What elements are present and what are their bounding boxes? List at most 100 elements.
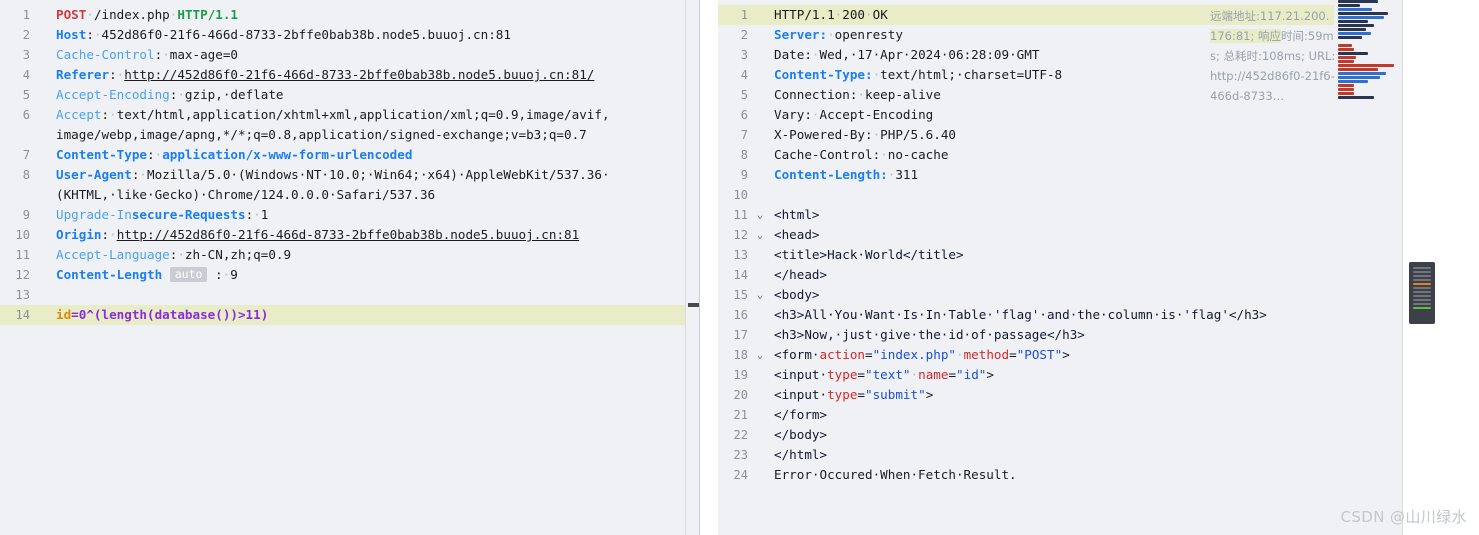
code-token: </form> [774,407,828,422]
code-line[interactable]: 21 </form> [718,405,1440,425]
code-line[interactable]: 11 Accept-Language:·zh-CN,zh;q=0.9 [0,245,699,265]
code-line[interactable]: 5 Accept-Encoding:·gzip,·deflate [0,85,699,105]
code-line[interactable]: 4 Referer:·http://452d86f0-21f6-466d-8733… [0,65,699,85]
code-minimap[interactable] [1334,0,1403,535]
code-line[interactable]: 14 id=0^(length(database())>11) [0,305,699,325]
code-token: Accept-Language [56,247,170,262]
chevron-down-icon[interactable]: ⌄ [752,285,768,305]
code-line[interactable]: 18 ⌄ <form·action="index.php"·method="POST… [718,345,1440,365]
code-token: <body> [774,287,820,302]
auto-length-badge[interactable]: auto [169,267,208,282]
request-panel[interactable]: 1 POST·/index.php·HTTP/1.1 2 Host:·452d86f0… [0,0,700,535]
line-number: 10 [15,228,30,242]
code-token: : [109,67,117,82]
code-token: 9 [230,267,238,282]
minimap-row [1338,96,1374,99]
scrollbar-tick [1413,271,1431,273]
code-line[interactable]: 6 Accept:·text/html,application/xhtml+xml… [0,105,699,145]
code-token: Content-Length: [774,167,888,182]
line-number: 6 [22,108,30,122]
response-scrollbar-thumb[interactable] [1409,262,1435,324]
code-token: 1 [260,207,269,222]
code-line[interactable]: 12 Content-Length auto :·9 [0,265,699,285]
line-number: 23 [733,448,748,462]
line-number: 4 [740,68,748,82]
code-line[interactable]: 12 ⌄ <head> [718,225,1440,245]
code-token: max-age=0 [169,47,239,62]
chevron-down-icon[interactable]: ⌄ [752,345,768,365]
code-token: <h3>Now,·just·give·the·id·of·passage</h3… [774,327,1085,342]
code-token: action [819,347,866,362]
response-panel[interactable]: 1 HTTP/1.1·200·OK 2 Server:·openresty 3 Date:… [718,0,1440,535]
code-token: Origin [56,227,102,242]
code-token: Accept-Encoding [819,107,934,122]
code-line[interactable]: 16 <h3>All·You·Want·Is·In·Table·'flag'·an… [718,305,1440,325]
code-token: "text" [865,367,911,382]
code-token: 452d86f0-21f6-466d-8733-2bffe0bab38b.nod… [101,27,511,42]
minimap-row [1338,44,1352,47]
code-line[interactable]: 19 <input·type="text"·name="id"> [718,365,1440,385]
line-number: 6 [740,108,748,122]
code-line[interactable]: 17 <h3>Now,·just·give·the·id·of·passage</… [718,325,1440,345]
code-token: keep-alive [865,87,941,102]
code-line[interactable]: 13 <title>Hack·World</title> [718,245,1440,265]
code-token: = [1009,347,1017,362]
line-number: 5 [740,88,748,102]
minimap-row [1338,32,1371,35]
minimap-row [1338,60,1354,63]
code-token: text/html;·charset=UTF-8 [880,67,1063,82]
code-line[interactable]: 23 </html> [718,445,1440,465]
line-number: 8 [22,168,30,182]
code-token: POST [56,7,87,22]
code-line[interactable]: 3 Cache-Control:·max-age=0 [0,45,699,65]
code-line[interactable]: 2 Host:·452d86f0-21f6-466d-8733-2bffe0bab… [0,25,699,45]
minimap-row [1338,24,1374,27]
code-token: Server: [774,27,828,42]
code-token: · [811,107,820,122]
code-line[interactable]: 24 Error·Occured·When·Fetch·Result. [718,465,1440,485]
line-number: 3 [740,48,748,62]
code-token: Error·Occured·When·Fetch·Result. [774,467,1017,482]
code-line[interactable]: 20 <input·type="submit"> [718,385,1440,405]
code-line[interactable]: 7 Content-Type:·application/x-www-form-ur… [0,145,699,165]
minimap-row [1338,52,1368,55]
code-line[interactable]: 9 Upgrade-Insecure-Requests:·1 [0,205,699,225]
code-line[interactable]: 8 User-Agent:·Mozilla/5.0·(Windows·NT·10.… [0,165,699,205]
code-token: User-Agent [56,167,132,182]
code-token: PHP/5.6.40 [880,127,956,142]
code-line[interactable]: 11 ⌄ <html> [718,205,1440,225]
line-number: 22 [733,428,748,442]
code-line[interactable]: 7 X-Powered-By:·PHP/5.6.40 [718,125,1440,145]
code-line[interactable]: 14 </head> [718,265,1440,285]
code-token: : [215,267,223,282]
code-token: 200 [842,7,866,22]
line-number: 18 [733,348,748,362]
code-token: "id" [956,367,987,382]
code-line[interactable]: 15 ⌄ <body> [718,285,1440,305]
scrollbar-tick [1413,303,1431,305]
line-number: 3 [22,48,30,62]
code-token: 311 [895,167,919,182]
minimap-row [1338,0,1378,3]
code-line[interactable]: 10 [718,185,1440,205]
code-token: Date: [774,47,812,62]
code-token: · [139,167,148,182]
code-line[interactable]: 1 POST·/index.php·HTTP/1.1 [0,5,699,25]
code-line[interactable]: 22 </body> [718,425,1440,445]
request-code-area[interactable]: 1 POST·/index.php·HTTP/1.1 2 Host:·452d86f0… [0,0,699,325]
request-scrollbar[interactable] [685,0,699,535]
code-line[interactable]: 10 Origin:·http://452d86f0-21f6-466d-8733… [0,225,699,245]
code-token: </body> [774,427,828,442]
response-scrollbar-track[interactable] [1403,0,1440,535]
line-number: 7 [740,128,748,142]
chevron-down-icon[interactable]: ⌄ [752,225,768,245]
line-number: 13 [15,288,30,302]
code-line[interactable]: 13 [0,285,699,305]
code-token: id [56,307,72,322]
code-line[interactable]: 8 Cache-Control:·no-cache [718,145,1440,165]
code-line[interactable]: 9 Content-Length:·311 [718,165,1440,185]
code-line[interactable]: 6 Vary:·Accept-Encoding [718,105,1440,125]
line-number: 17 [733,328,748,342]
chevron-down-icon[interactable]: ⌄ [752,205,768,225]
code-token: Connection: [774,87,858,102]
